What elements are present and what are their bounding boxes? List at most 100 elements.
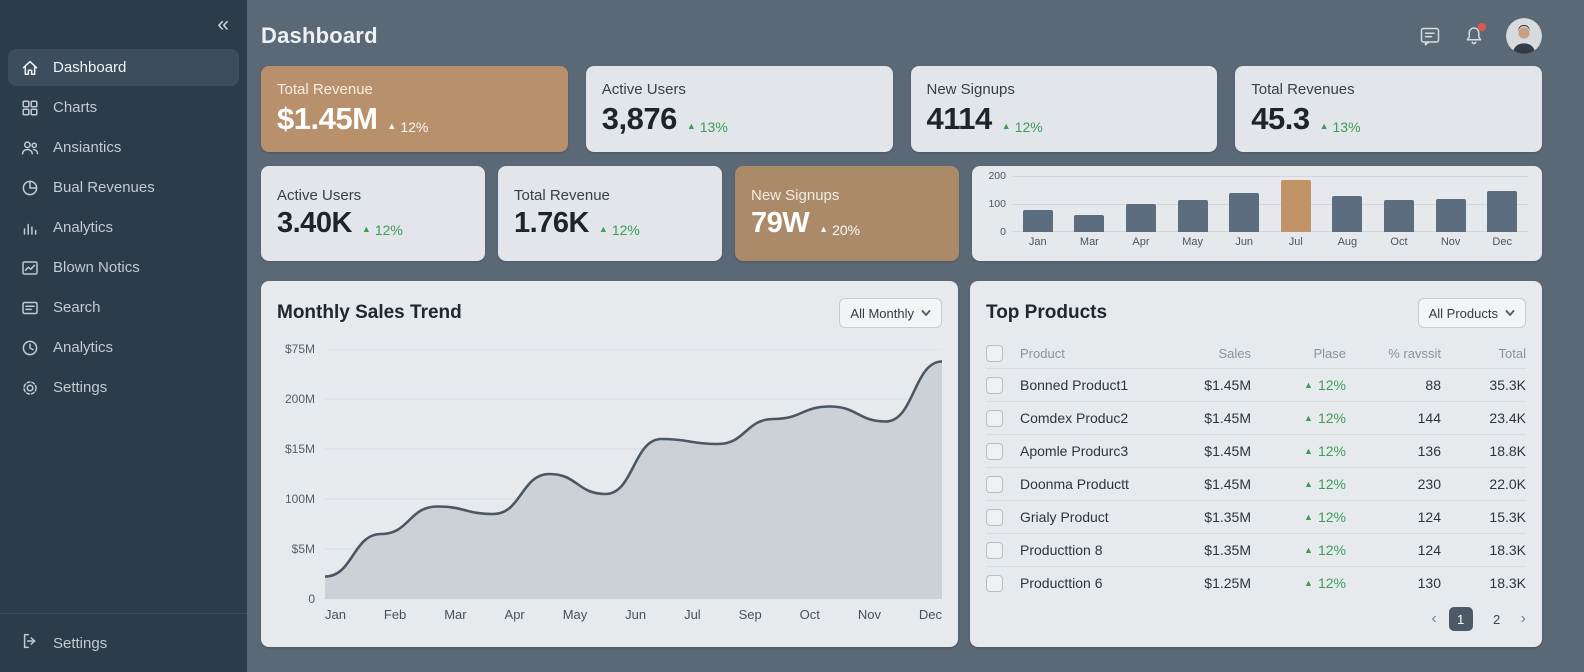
gear-icon (20, 378, 40, 398)
stat-card-total-revenues: Total Revenues 45.3 ▲ 13% (1235, 66, 1542, 152)
trend-x-tick: Apr (504, 607, 525, 622)
sidebar-collapse-icon[interactable]: « (217, 14, 229, 35)
row-checkbox[interactable] (986, 475, 1003, 493)
pct-cell: 130 (1417, 575, 1441, 591)
bar (1280, 180, 1311, 232)
sales-cell: $1.45M (1204, 443, 1251, 459)
stat-cards-row-2: Active Users 3.40K ▲ 12% Total Revenue 1.76K ▲… (261, 166, 1542, 261)
sales-cell: $1.45M (1204, 410, 1251, 426)
sidebar-item-charts[interactable]: Charts (8, 89, 239, 126)
sales-trend-filter-select[interactable]: All Monthly (839, 298, 942, 328)
list-icon (20, 298, 40, 318)
stat-value-row: 79W ▲ 20% (751, 207, 943, 240)
mini-chart-y-axis: 200 100 0 (984, 170, 1012, 238)
sidebar-item-blown-notics[interactable]: Blown Notics (8, 249, 239, 286)
plase-value: 12% (1317, 476, 1346, 492)
mini-bar-chart (1012, 176, 1528, 232)
trend-x-tick: Nov (857, 607, 881, 622)
stat-card-new-signups: New Signups 79W ▲ 20% (735, 166, 959, 261)
trend-x-tick: Sep (738, 607, 762, 622)
sidebar-nav: Dashboard Charts Ansiantics Bual Revenues An… (0, 49, 247, 409)
trend-x-tick: Jun (625, 607, 647, 622)
top-products-filter-select[interactable]: All Products (1417, 298, 1526, 328)
sidebar-item-analytics[interactable]: Analytics (8, 329, 239, 366)
pct-cell: 124 (1417, 509, 1441, 525)
sidebar-item-settings[interactable]: Settings (8, 369, 239, 406)
trend-y-tick: 200M (284, 392, 315, 406)
stat-card-active-users: Active Users 3.40K ▲ 12% (261, 166, 485, 261)
trend-x-tick: Dec (918, 607, 942, 622)
column-header-plase: Plase (1313, 345, 1346, 361)
bar-chart-icon (20, 218, 40, 238)
sidebar-item-label: Search (53, 299, 101, 316)
row-checkbox[interactable] (986, 409, 1003, 427)
sales-cell: $1.45M (1204, 377, 1251, 393)
product-name-cell: Producttion 8 (1020, 542, 1103, 558)
plase-cell: ▲ 12% (1251, 575, 1346, 591)
plase-value: 12% (1317, 542, 1346, 558)
pct-cell: 144 (1417, 410, 1441, 426)
sidebar-item-analytics[interactable]: Analytics (8, 209, 239, 246)
stat-card-delta: ▲ 12% (599, 222, 640, 238)
column-header-product: Product (1020, 345, 1065, 361)
stat-card-label: New Signups (751, 187, 840, 204)
trend-x-tick: Mar (444, 607, 467, 622)
sales-cell: $1.25M (1204, 575, 1251, 591)
table-row: Producttion 6 $1.25M ▲ 12% 130 18.3K (986, 566, 1526, 599)
stat-delta-value: 12% (1014, 118, 1043, 135)
pagination-next-icon[interactable]: › (1521, 611, 1526, 627)
stat-value-row: $1.45M ▲ 12% (277, 101, 552, 137)
product-name-cell: Comdex Produc2 (1020, 410, 1129, 426)
chevron-down-icon (1505, 310, 1515, 316)
pct-cell: 124 (1417, 542, 1441, 558)
row-checkbox[interactable] (986, 541, 1003, 559)
stat-delta-value: 12% (611, 221, 640, 238)
sidebar-item-label: Charts (53, 99, 98, 116)
select-all-checkbox[interactable] (986, 344, 1003, 362)
stat-value-row: 3.40K ▲ 12% (277, 207, 469, 240)
table-row: Comdex Produc2 $1.45M ▲ 12% 144 23.4K (986, 401, 1526, 434)
stat-card-value: 3,876 (601, 101, 678, 136)
sidebar-item-search[interactable]: Search (8, 289, 239, 326)
sidebar-item-ansiantics[interactable]: Ansiantics (8, 129, 239, 166)
stat-card-value: 45.3 (1251, 101, 1310, 136)
pagination-page-1[interactable]: 1 (1448, 607, 1473, 631)
sidebar-item-dashboard[interactable]: Dashboard (8, 49, 239, 86)
sidebar-item-settings-footer[interactable]: Settings (0, 614, 247, 672)
sidebar-item-label: Bual Revenues (53, 179, 155, 196)
triangle-up-icon: ▲ (598, 224, 608, 234)
row-checkbox[interactable] (986, 376, 1003, 394)
sidebar-item-bual-revenues[interactable]: Bual Revenues (8, 169, 239, 206)
bell-icon[interactable] (1462, 23, 1486, 48)
bar (1074, 215, 1105, 232)
mini-chart-x-tick: Nov (1440, 236, 1461, 248)
pagination: ‹ 1 2 › (986, 599, 1526, 631)
stat-delta-value: 13% (1332, 118, 1361, 135)
row-checkbox[interactable] (986, 508, 1003, 526)
stat-cards-row-1: Total Revenue $1.45M ▲ 12% Active Users 3,876… (261, 66, 1542, 152)
plase-cell: ▲ 12% (1251, 443, 1346, 459)
row-checkbox[interactable] (986, 574, 1003, 592)
stat-card-delta: ▲ 12% (362, 222, 403, 238)
stat-delta-value: 12% (400, 118, 429, 135)
trend-y-tick: $15M (284, 442, 315, 456)
top-products-title: Top Products (986, 302, 1108, 323)
pagination-page-2[interactable]: 2 (1485, 607, 1509, 631)
sales-cell: $1.45M (1204, 476, 1251, 492)
product-name-cell: Apomle Produrc3 (1020, 443, 1129, 459)
triangle-up-icon: ▲ (1304, 577, 1313, 588)
table-row: Doonma Productt $1.45M ▲ 12% 230 22.0K (986, 467, 1526, 500)
mini-chart-x-tick: Aug (1337, 236, 1358, 248)
chat-icon[interactable] (1418, 24, 1442, 48)
chevron-down-icon (921, 310, 931, 316)
main-content: Dashboard Total Revenue $1.45M ▲ 12% Active … (247, 0, 1584, 672)
avatar[interactable] (1506, 18, 1542, 54)
stat-card-label: New Signups (926, 81, 1015, 98)
stat-card-value: 1.76K (514, 207, 589, 239)
triangle-up-icon: ▲ (1319, 121, 1329, 131)
total-cell: 18.3K (1489, 575, 1526, 591)
pagination-prev-icon[interactable]: ‹ (1431, 611, 1436, 627)
sidebar-item-label: Analytics (53, 219, 114, 236)
table-row: Apomle Produrc3 $1.45M ▲ 12% 136 18.8K (986, 434, 1526, 467)
row-checkbox[interactable] (986, 442, 1003, 460)
